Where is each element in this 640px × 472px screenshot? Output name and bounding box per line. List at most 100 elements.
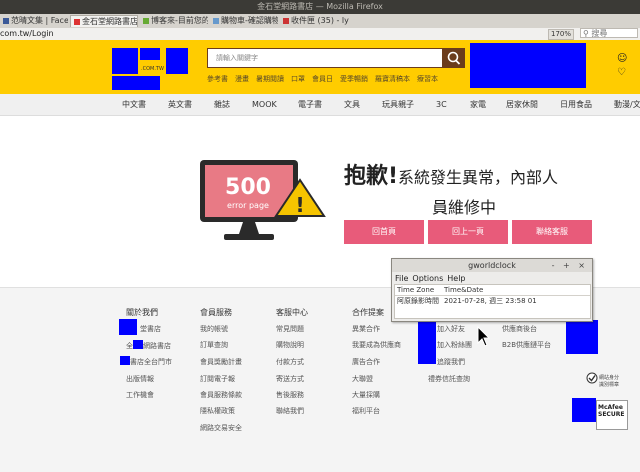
nav-item[interactable]: 家電 — [470, 94, 486, 115]
error-title-line2: 員維修中 — [432, 198, 497, 217]
footer-link-text: 書店全台門市 — [130, 358, 172, 366]
clock-row[interactable]: 阿原錄影時間 2021-07-28, 週三 23:58 01 — [395, 296, 590, 306]
heart-icon[interactable]: ♡ — [617, 66, 627, 80]
footer-link[interactable]: 全網路書店 — [126, 340, 171, 351]
hotword-link[interactable]: 漫畫 — [235, 75, 249, 83]
footer-link[interactable]: B2B供應鏈平台 — [502, 340, 551, 350]
kingstone-icon — [74, 19, 80, 25]
site-search-input[interactable]: 請輸入關鍵字 — [207, 48, 443, 68]
nav-item[interactable]: 中文書 — [122, 94, 146, 115]
menu-options[interactable]: Options — [412, 274, 443, 283]
footer-link[interactable]: 購物說明 — [276, 340, 304, 350]
nav-item[interactable]: 雜誌 — [214, 94, 230, 115]
error-title-big: 抱歉! — [344, 164, 399, 189]
footer-link[interactable]: 會員獎勵計畫 — [200, 357, 242, 367]
footer-link[interactable]: 寄送方式 — [276, 374, 304, 384]
footer-link[interactable]: 加入好友 — [437, 324, 465, 334]
footer-link[interactable]: 福利平台 — [352, 406, 380, 416]
member-area-block[interactable] — [470, 43, 586, 88]
footer-link[interactable]: 廣告合作 — [352, 357, 380, 367]
nav-item[interactable]: 居家休閒 — [506, 94, 538, 115]
footer-link[interactable]: 供應商後台 — [502, 324, 537, 334]
footer-link[interactable]: 我要成為供應商 — [352, 340, 401, 350]
tab-label: 購物車-確認購物 — [221, 16, 278, 25]
footer-link[interactable]: 工作機會 — [126, 390, 154, 400]
footer-link[interactable]: 加入粉絲團 — [437, 340, 472, 350]
footer-link[interactable]: 售後服務 — [276, 390, 304, 400]
footer-link[interactable]: 聯絡我們 — [276, 406, 304, 416]
error-500-illustration: 500 error page ! — [200, 160, 326, 240]
contact-service-button[interactable]: 聯絡客服 — [512, 220, 592, 244]
hotword-link[interactable]: 愛季暢銷 — [340, 75, 368, 83]
footer-link[interactable]: 出版情報 — [126, 374, 154, 384]
monitor-base — [224, 234, 274, 240]
footer-link[interactable]: 堂書店 — [140, 324, 161, 334]
hotword-link[interactable]: 羅寶清稿本 — [375, 75, 410, 83]
hotword-link[interactable]: 會員日 — [312, 75, 333, 83]
logo-block[interactable] — [112, 48, 138, 74]
footer-link[interactable]: 追蹤我們 — [437, 357, 465, 367]
logo-block[interactable] — [166, 48, 188, 74]
tab-kingstone[interactable]: 金石堂網路書店 — [70, 15, 138, 27]
search-placeholder: 請輸入關鍵字 — [216, 54, 258, 62]
nav-item[interactable]: 電子書 — [298, 94, 322, 115]
tab-label: 收件匣 (35) - ly — [291, 16, 349, 25]
back-button[interactable]: 回上一頁 — [428, 220, 508, 244]
footer-link[interactable]: 異業合作 — [352, 324, 380, 334]
dialog-title: gworldclock — [468, 261, 516, 270]
tab-inbox[interactable]: 收件匣 (35) - ly — [280, 15, 350, 27]
error-title-rest: 系統發生異常，內部人 — [398, 168, 559, 187]
footer-link[interactable]: 大量採購 — [352, 390, 380, 400]
app-qr-block[interactable] — [566, 320, 598, 354]
site-identity-badge[interactable]: 網站身分 識別標章 — [586, 368, 620, 390]
nav-item[interactable]: 3C — [436, 94, 447, 115]
nav-item[interactable]: 英文書 — [168, 94, 192, 115]
col-timezone[interactable]: Time Zone — [397, 285, 434, 295]
nav-item[interactable]: MOOK — [252, 94, 277, 115]
menu-file[interactable]: File — [395, 274, 408, 283]
footer-link[interactable]: 我的帳號 — [200, 324, 228, 334]
search-placeholder: 搜尋 — [591, 29, 608, 38]
menu-help[interactable]: Help — [447, 274, 465, 283]
error-code: 500 — [225, 175, 271, 200]
footer-link[interactable]: 網路交易安全 — [200, 423, 242, 433]
social-qr-block[interactable] — [418, 318, 436, 364]
footer-link[interactable]: 常見問題 — [276, 324, 304, 334]
footer-link[interactable]: 付款方式 — [276, 357, 304, 367]
nav-item[interactable]: 動漫/文創 — [614, 94, 640, 115]
zoom-indicator[interactable]: 170% — [548, 29, 575, 40]
tab-facebook[interactable]: 范晴文集 | Face — [0, 15, 68, 27]
tab-books[interactable]: 博客來-目前您的 — [140, 15, 208, 27]
redacted-block — [572, 398, 596, 422]
url-text[interactable]: com.tw/Login — [0, 28, 54, 40]
window-controls[interactable]: - + × — [552, 259, 588, 272]
user-icon[interactable]: ☺ — [617, 52, 627, 66]
facebook-icon — [3, 18, 9, 24]
warning-exclamation: ! — [295, 193, 304, 217]
tab-label: 博客來-目前您的 — [151, 16, 208, 25]
hotword-link[interactable]: 暑期閱讀 — [256, 75, 284, 83]
footer-link[interactable]: 禮券信託查詢 — [428, 374, 470, 384]
nav-item[interactable]: 文具 — [344, 94, 360, 115]
footer-link[interactable]: 隱私權政策 — [200, 406, 235, 416]
footer-link[interactable]: 大聯盟 — [352, 374, 373, 384]
hotword-link[interactable]: 療習本 — [417, 75, 438, 83]
home-button[interactable]: 回首頁 — [344, 220, 424, 244]
nav-item[interactable]: 日用食品 — [560, 94, 592, 115]
mcafee-badge[interactable]: McAfee SECURE — [596, 400, 628, 430]
nav-item[interactable]: 玩具親子 — [382, 94, 414, 115]
logo-block[interactable] — [112, 76, 160, 90]
hotword-link[interactable]: 口罩 — [291, 75, 305, 83]
footer-link[interactable]: 訂單查詢 — [200, 340, 228, 350]
footer-link[interactable]: 書店全台門市 — [120, 356, 172, 367]
footer-link[interactable]: 會員服務條款 — [200, 390, 242, 400]
search-icon: ⚲ — [583, 29, 589, 38]
hotword-link[interactable]: 參考書 — [207, 75, 228, 83]
error-label: error page — [227, 201, 269, 210]
browser-search-field[interactable]: ⚲ 搜尋 — [580, 28, 638, 38]
tab-cart[interactable]: 購物車-確認購物 — [210, 15, 278, 27]
logo-block[interactable] — [140, 48, 160, 60]
footer-link[interactable]: 訂閱電子報 — [200, 374, 235, 384]
site-search-button[interactable] — [443, 48, 465, 68]
col-timedate[interactable]: Time&Date — [444, 285, 483, 295]
